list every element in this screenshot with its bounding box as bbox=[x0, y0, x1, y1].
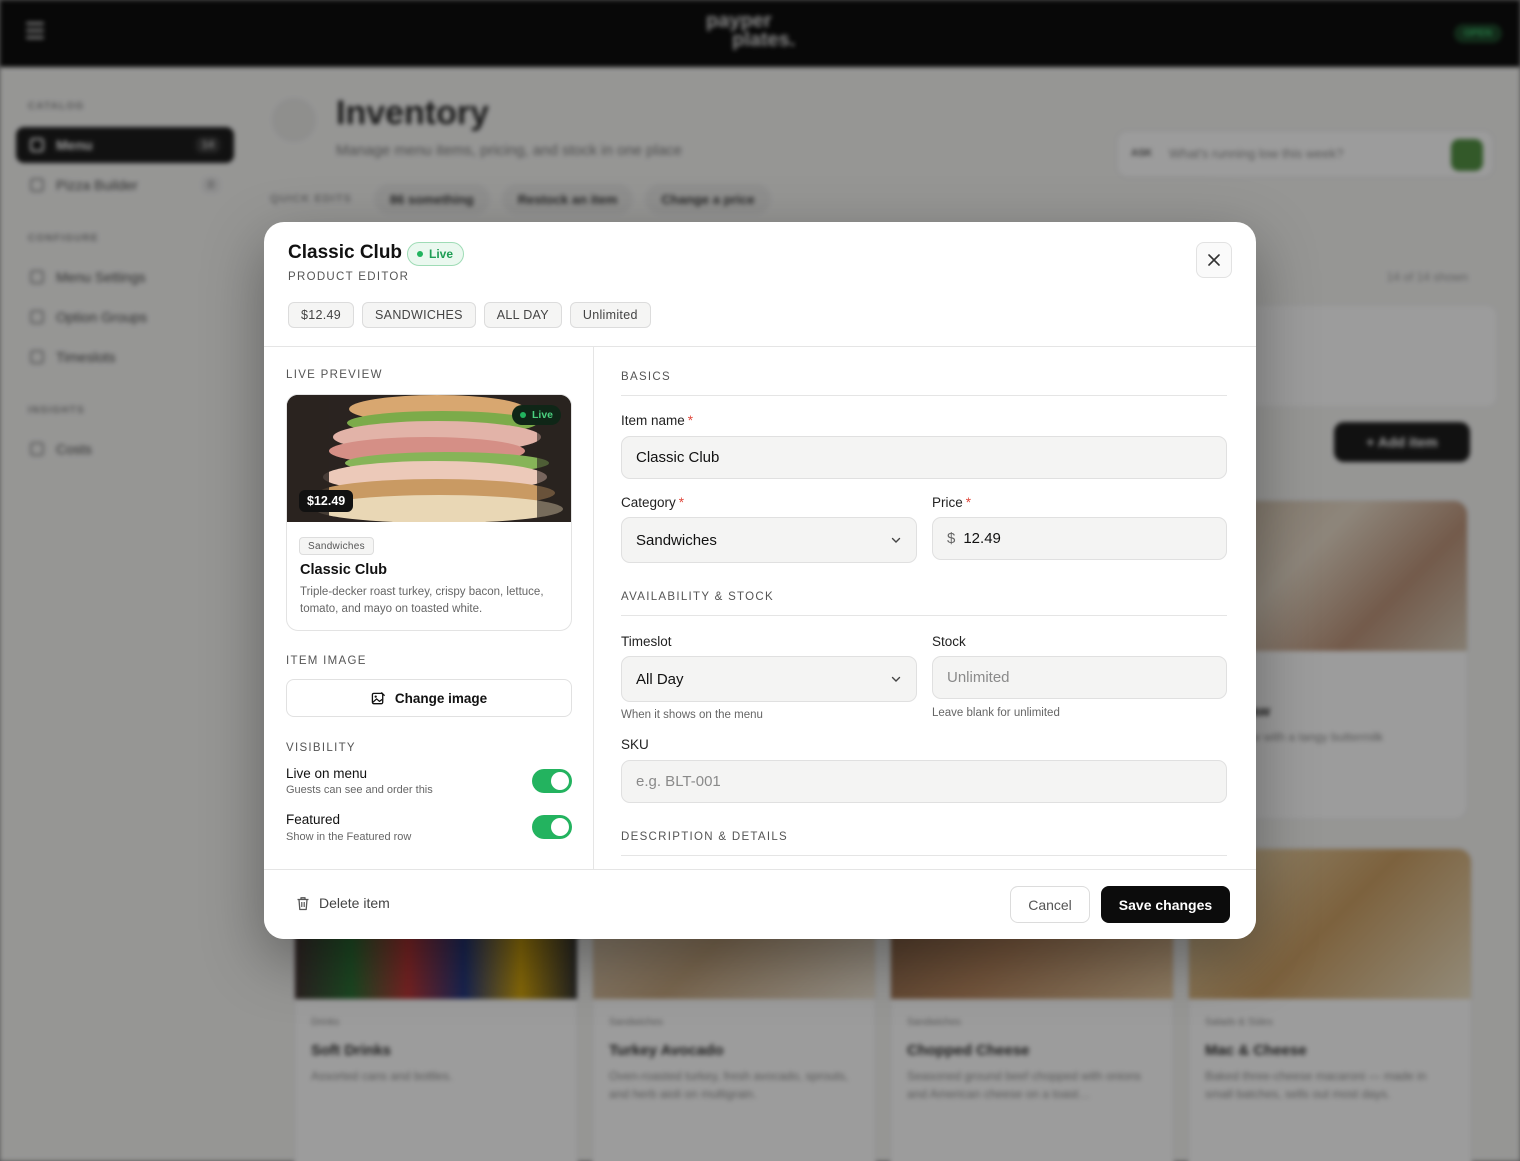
visibility-label: VISIBILITY bbox=[286, 742, 356, 754]
save-changes-button[interactable]: Save changes bbox=[1101, 886, 1230, 923]
trash-icon bbox=[297, 896, 309, 910]
close-icon bbox=[1208, 254, 1220, 266]
item-name-label: Item name * bbox=[621, 413, 693, 428]
timeslot-chip: ALL DAY bbox=[483, 302, 562, 328]
toggle-knob bbox=[551, 772, 569, 790]
currency-symbol: $ bbox=[947, 530, 956, 547]
timeslot-hint: When it shows on the menu bbox=[621, 709, 763, 721]
summary-chips: $12.49 SANDWICHES ALL DAY Unlimited bbox=[288, 302, 651, 328]
price-chip: $12.49 bbox=[288, 302, 355, 328]
live-on-menu-title: Live on menu bbox=[286, 766, 368, 781]
price-input[interactable]: $ 12.49 bbox=[932, 517, 1227, 560]
preview-column: LIVE PREVIEW Live $12.49 Sandwiches Clas… bbox=[264, 347, 594, 869]
delete-item-button[interactable]: Delete item bbox=[296, 895, 390, 911]
image-edit-icon bbox=[371, 691, 385, 704]
category-select[interactable]: Sandwiches bbox=[621, 517, 917, 563]
live-on-menu-toggle[interactable] bbox=[532, 769, 572, 793]
sku-label: SKU bbox=[621, 737, 649, 752]
modal-subtitle: PRODUCT EDITOR bbox=[288, 271, 410, 283]
preview-item-description: Triple-decker roast turkey, crispy bacon… bbox=[300, 586, 544, 615]
price-label-text: Price bbox=[932, 495, 963, 510]
price-value: 12.49 bbox=[963, 530, 1001, 547]
stock-label: Stock bbox=[932, 634, 966, 649]
basics-section-header: BASICS bbox=[621, 371, 1227, 396]
required-marker: * bbox=[678, 495, 685, 510]
chevron-down-icon bbox=[891, 676, 901, 682]
chevron-down-icon bbox=[891, 537, 901, 543]
toggle-knob bbox=[551, 818, 569, 836]
item-name-input[interactable]: Classic Club bbox=[621, 436, 1227, 479]
sku-placeholder: e.g. BLT-001 bbox=[636, 773, 721, 790]
item-image-label: ITEM IMAGE bbox=[286, 655, 367, 667]
stock-input[interactable]: Unlimited bbox=[932, 656, 1227, 699]
live-preview-label: LIVE PREVIEW bbox=[286, 369, 383, 381]
status-dot-icon bbox=[417, 251, 423, 257]
timeslot-select[interactable]: All Day bbox=[621, 656, 917, 702]
change-image-button[interactable]: Change image bbox=[286, 679, 572, 717]
delete-item-label: Delete item bbox=[319, 895, 390, 911]
status-dot-icon bbox=[520, 412, 526, 418]
item-name-value: Classic Club bbox=[636, 449, 720, 466]
live-status-label: Live bbox=[429, 247, 454, 261]
live-status-pill: Live bbox=[407, 242, 465, 266]
required-marker: * bbox=[965, 495, 972, 510]
modal-header: Classic Club Live PRODUCT EDITOR $12.49 … bbox=[264, 222, 1256, 347]
price-label: Price * bbox=[932, 495, 971, 510]
cancel-button[interactable]: Cancel bbox=[1010, 886, 1090, 923]
stock-chip: Unlimited bbox=[569, 302, 651, 328]
required-marker: * bbox=[687, 413, 694, 428]
form-column: BASICS Item name * Classic Club Category *… bbox=[595, 347, 1256, 869]
featured-title: Featured bbox=[286, 812, 341, 827]
preview-live-badge: Live bbox=[512, 405, 562, 425]
timeslot-label: Timeslot bbox=[621, 634, 672, 649]
description-section-header: DESCRIPTION & DETAILS bbox=[621, 831, 1227, 856]
stock-hint: Leave blank for unlimited bbox=[932, 707, 1060, 719]
featured-subtitle: Show in the Featured row bbox=[286, 831, 412, 843]
preview-card: Live $12.49 Sandwiches Classic Club Trip… bbox=[286, 394, 572, 631]
preview-category-tag: Sandwiches bbox=[299, 537, 374, 555]
change-image-label: Change image bbox=[394, 690, 488, 706]
preview-live-label: Live bbox=[532, 409, 554, 421]
sku-input[interactable]: e.g. BLT-001 bbox=[621, 760, 1227, 803]
category-chip: SANDWICHES bbox=[362, 302, 476, 328]
category-value: Sandwiches bbox=[636, 531, 717, 549]
availability-section-header: AVAILABILITY & STOCK bbox=[621, 591, 1227, 616]
close-button[interactable] bbox=[1196, 242, 1232, 278]
live-on-menu-subtitle: Guests can see and order this bbox=[286, 784, 433, 796]
category-label: Category * bbox=[621, 495, 684, 510]
featured-toggle[interactable] bbox=[532, 815, 572, 839]
modal-footer: Delete item Cancel Save changes bbox=[264, 869, 1256, 939]
product-editor-modal: Classic Club Live PRODUCT EDITOR $12.49 … bbox=[264, 222, 1256, 939]
timeslot-value: All Day bbox=[636, 670, 684, 688]
preview-item-name: Classic Club bbox=[300, 562, 388, 578]
item-name-label-text: Item name bbox=[621, 413, 685, 428]
preview-price-badge: $12.49 bbox=[299, 490, 354, 512]
modal-title: Classic Club bbox=[288, 242, 403, 263]
category-label-text: Category bbox=[621, 495, 676, 510]
stock-placeholder: Unlimited bbox=[947, 669, 1010, 686]
